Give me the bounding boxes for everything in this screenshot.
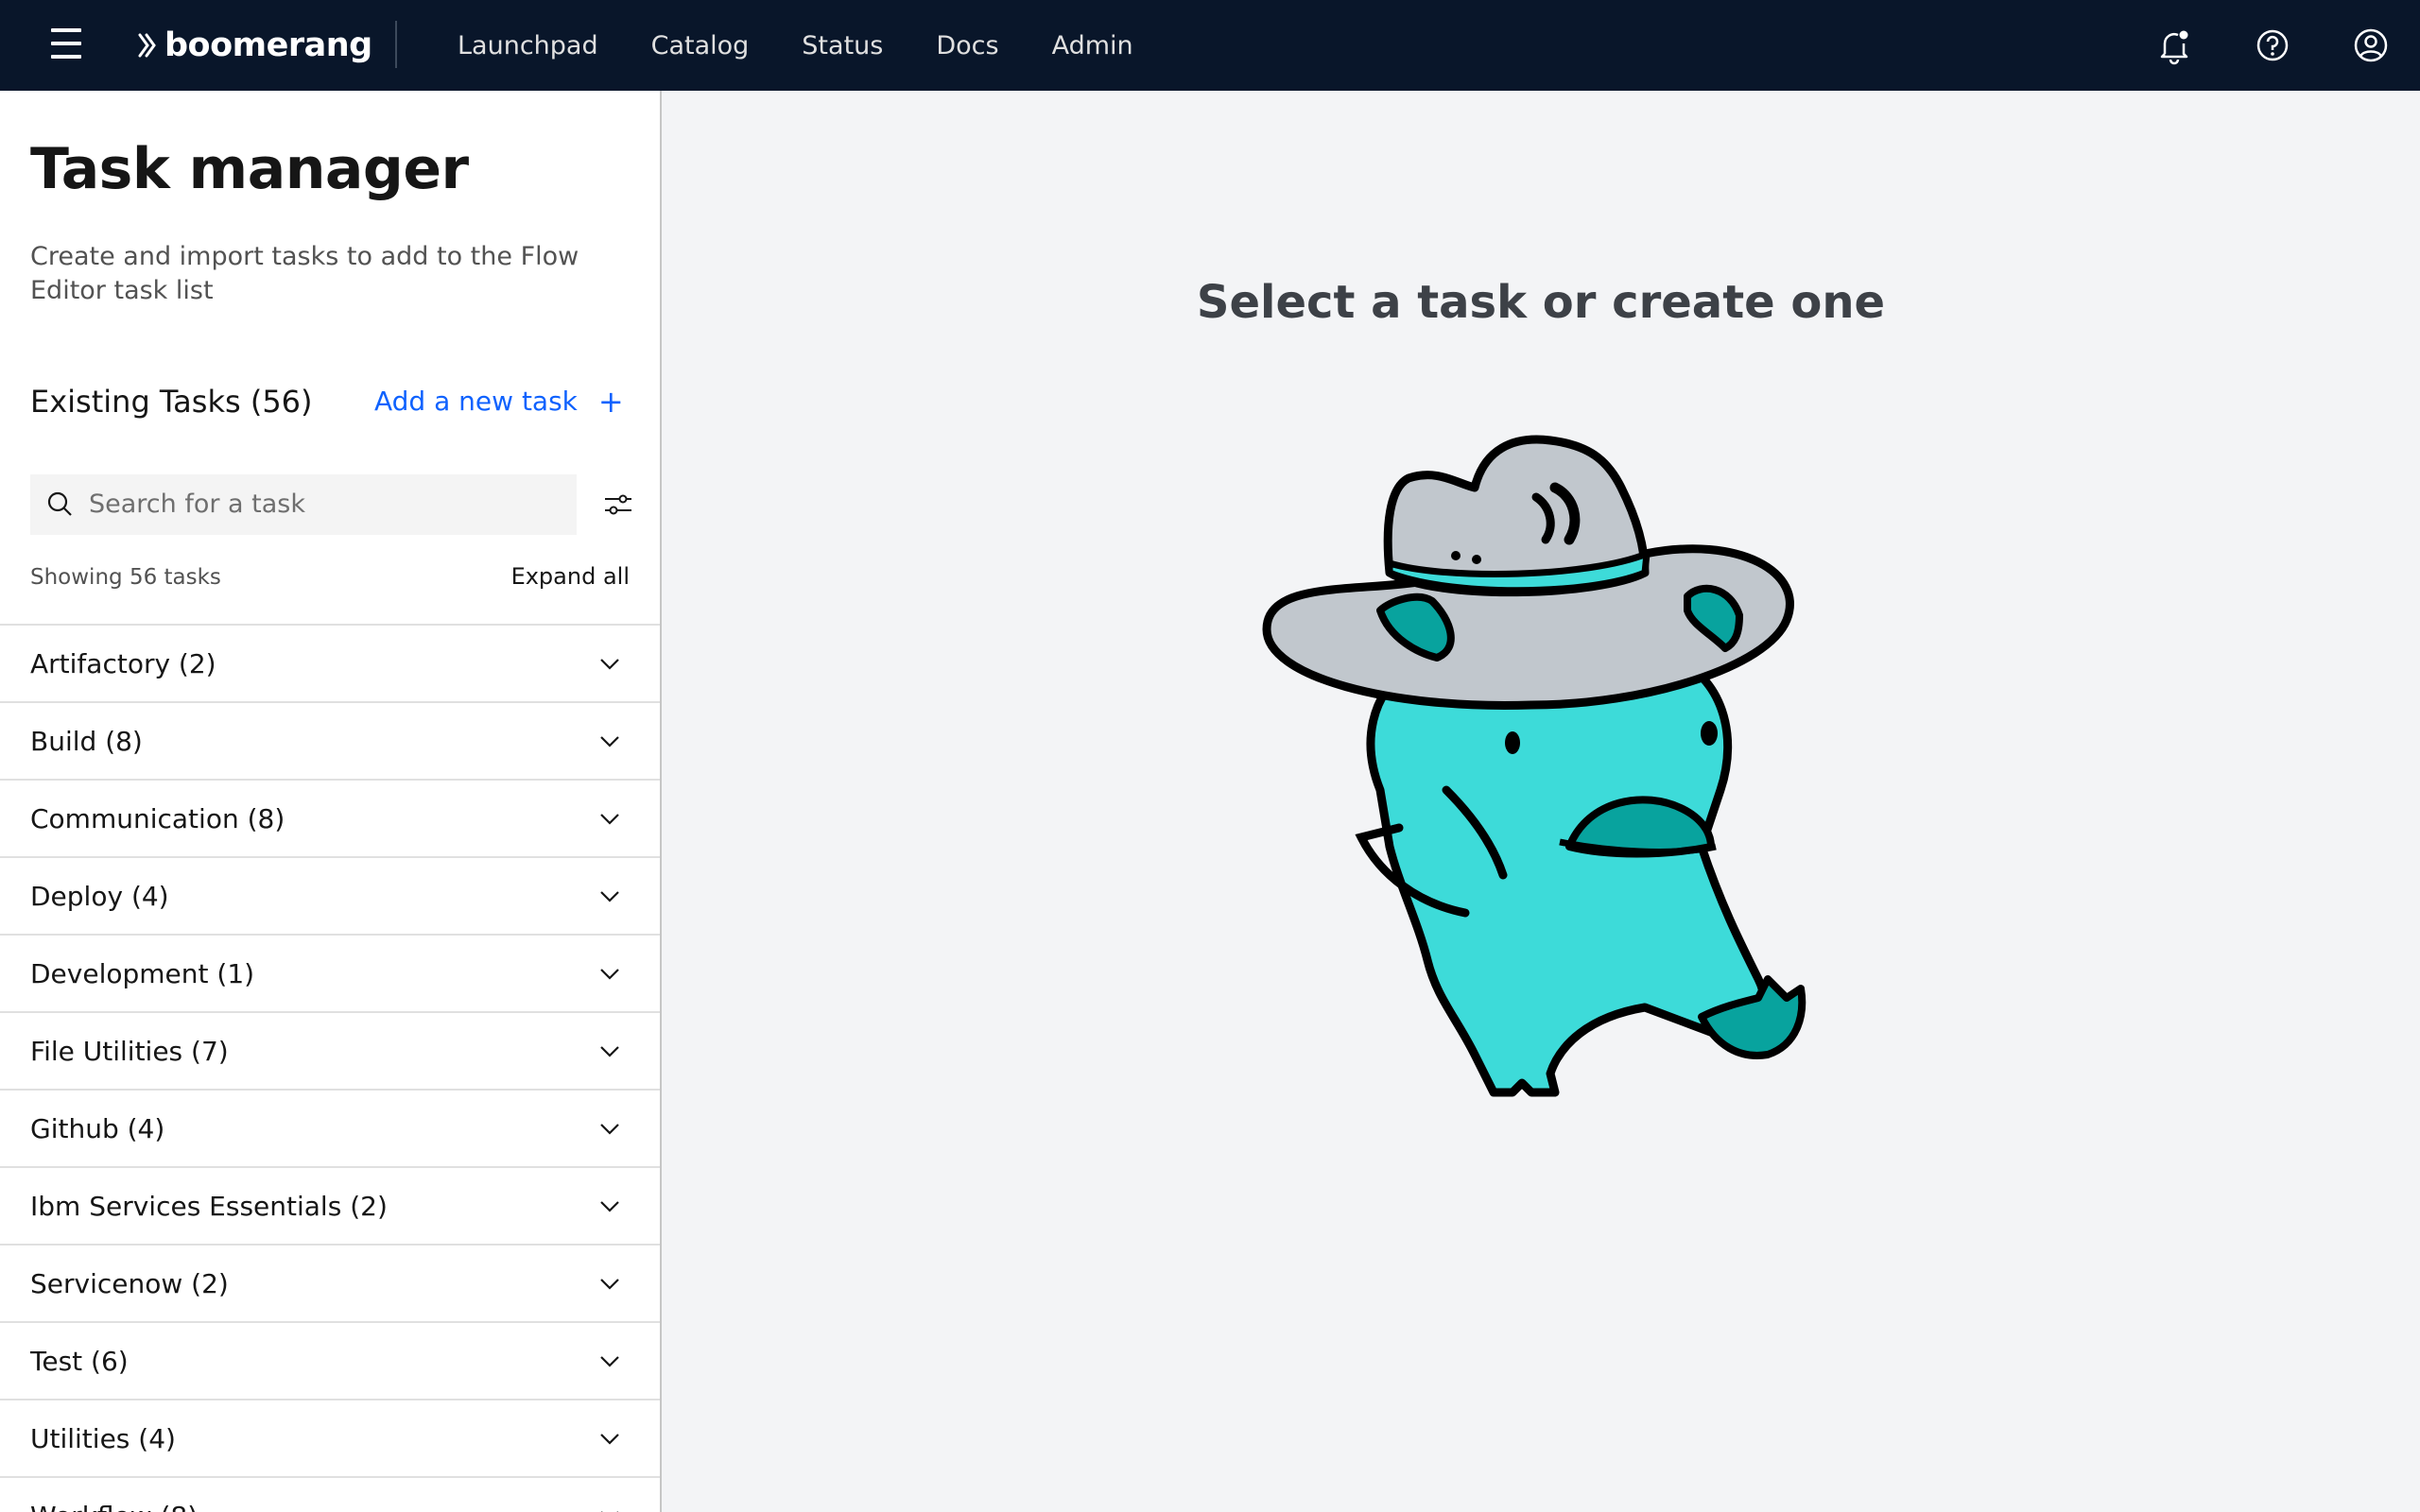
- search-input[interactable]: [89, 490, 562, 519]
- nav-launchpad[interactable]: Launchpad: [431, 31, 625, 60]
- category-label: Ibm Services Essentials (2): [30, 1190, 388, 1222]
- top-header: boomerang Launchpad Catalog Status Docs …: [0, 0, 2420, 91]
- category-label: Servicenow (2): [30, 1267, 229, 1299]
- nav-status[interactable]: Status: [775, 31, 909, 60]
- chevron-down-icon: [600, 814, 619, 825]
- nav-admin[interactable]: Admin: [1026, 31, 1160, 60]
- existing-tasks-heading: Existing Tasks (56): [30, 384, 313, 420]
- category-label: Communication (8): [30, 802, 285, 834]
- category-label: Workflow (8): [30, 1501, 198, 1512]
- hamburger-menu-icon[interactable]: [42, 25, 91, 66]
- category-label: Artifactory (2): [30, 647, 216, 679]
- filter-sliders-icon[interactable]: [599, 486, 637, 524]
- category-label: Deploy (4): [30, 880, 169, 912]
- category-deploy[interactable]: Deploy (4): [0, 856, 660, 934]
- chevron-down-icon: [600, 1201, 619, 1212]
- brand-logo[interactable]: boomerang: [136, 21, 372, 70]
- category-file-utilities[interactable]: File Utilities (7): [0, 1011, 660, 1089]
- chevron-down-icon: [600, 1356, 619, 1367]
- plus-icon: +: [597, 383, 624, 420]
- task-sidebar: Task manager Create and import tasks to …: [0, 91, 662, 1512]
- category-list: Artifactory (2) Build (8) Communication …: [0, 624, 660, 1512]
- chevron-down-icon: [600, 1434, 619, 1445]
- chevron-down-icon: [600, 969, 619, 980]
- category-ibm-services-essentials[interactable]: Ibm Services Essentials (2): [0, 1166, 660, 1244]
- category-label: Development (1): [30, 957, 255, 989]
- chevron-down-icon: [600, 1046, 619, 1057]
- category-label: Utilities (4): [30, 1422, 176, 1454]
- category-label: File Utilities (7): [30, 1035, 229, 1067]
- header-divider: [395, 21, 397, 68]
- add-new-task-label: Add a new task: [374, 386, 578, 417]
- category-label: Test (6): [30, 1345, 129, 1377]
- page-title: Task manager: [30, 136, 469, 202]
- user-avatar-icon[interactable]: [2348, 23, 2394, 68]
- search-box: [30, 474, 577, 535]
- page-subtitle: Create and import tasks to add to the Fl…: [30, 242, 579, 305]
- chevron-down-icon: [600, 1279, 619, 1290]
- nav-catalog[interactable]: Catalog: [625, 31, 776, 60]
- category-test[interactable]: Test (6): [0, 1321, 660, 1399]
- boomerang-mascot-illustration: [1262, 435, 1806, 1097]
- help-icon[interactable]: [2250, 23, 2295, 68]
- category-artifactory[interactable]: Artifactory (2): [0, 624, 660, 701]
- boomerang-chevron-icon: [138, 33, 156, 58]
- category-utilities[interactable]: Utilities (4): [0, 1399, 660, 1476]
- chevron-down-icon: [600, 659, 619, 670]
- category-label: Build (8): [30, 725, 143, 757]
- chevron-down-icon: [600, 891, 619, 902]
- category-build[interactable]: Build (8): [0, 701, 660, 779]
- showing-count: Showing 56 tasks: [30, 565, 221, 590]
- category-development[interactable]: Development (1): [0, 934, 660, 1011]
- chevron-down-icon: [600, 1124, 619, 1135]
- category-workflow[interactable]: Workflow (8): [0, 1476, 660, 1512]
- nav-docs[interactable]: Docs: [909, 31, 1025, 60]
- main-content: Select a task or create one: [662, 91, 2420, 1512]
- header-nav: Launchpad Catalog Status Docs Admin: [431, 0, 1160, 91]
- brand-name: boomerang: [164, 26, 372, 64]
- empty-state-title: Select a task or create one: [1196, 276, 1886, 329]
- notification-bell-icon[interactable]: [2152, 23, 2197, 68]
- expand-all-button[interactable]: Expand all: [511, 563, 630, 590]
- category-communication[interactable]: Communication (8): [0, 779, 660, 856]
- category-github[interactable]: Github (4): [0, 1089, 660, 1166]
- category-label: Github (4): [30, 1112, 165, 1144]
- search-icon: [47, 491, 72, 516]
- chevron-down-icon: [601, 1511, 618, 1512]
- category-servicenow[interactable]: Servicenow (2): [0, 1244, 660, 1321]
- add-new-task-button[interactable]: Add a new task +: [374, 386, 624, 417]
- chevron-down-icon: [600, 736, 619, 747]
